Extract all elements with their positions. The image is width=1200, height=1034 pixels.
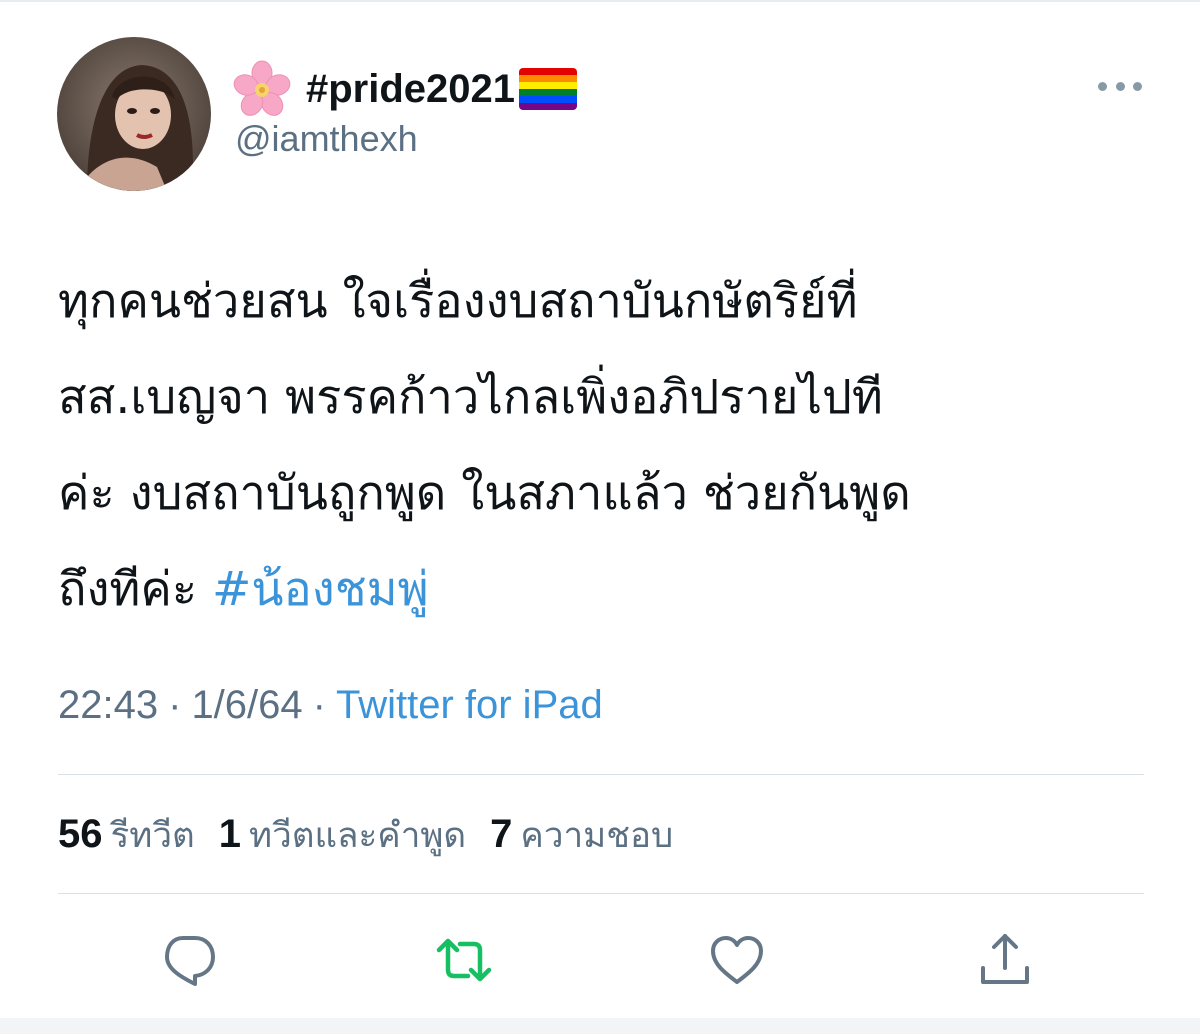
divider — [58, 774, 1144, 775]
tweet-line: ทุกคนช่วยสน ใจเรื่องงบสถาบันกษัตริย์ที่ — [58, 274, 858, 329]
tweet-date[interactable]: 1/6/64 — [191, 683, 302, 727]
retweets-stat[interactable]: 56 รีทวีต — [58, 808, 195, 863]
display-name: #pride2021 — [306, 66, 516, 111]
retweet-icon[interactable] — [434, 930, 494, 990]
tweet-line: สส.เบญจา พรรคก้าวไกลเพิ่งอภิปรายไปที — [58, 370, 883, 425]
tweet-time[interactable]: 22:43 — [58, 683, 158, 727]
avatar[interactable] — [57, 37, 211, 191]
quotes-label: ทวีตและคำพูด — [249, 816, 467, 856]
quotes-count: 1 — [218, 812, 242, 856]
meta-separator: · — [312, 683, 326, 727]
display-name-row[interactable]: #pride2021 — [232, 58, 578, 120]
hashtag-link[interactable]: #น้องชมพู่ — [212, 562, 429, 617]
likes-label: ความชอบ — [520, 816, 674, 856]
more-options-icon[interactable] — [1098, 74, 1142, 98]
likes-stat[interactable]: 7 ความชอบ — [490, 808, 673, 863]
tweet-line-text: ถึงทีค่ะ — [58, 562, 213, 617]
divider — [58, 893, 1144, 894]
top-border — [0, 0, 1200, 2]
tweet-source-link[interactable]: Twitter for iPad — [336, 683, 603, 727]
share-icon[interactable] — [975, 930, 1035, 990]
tweet-text: ทุกคนช่วยสน ใจเรื่องงบสถาบันกษัตริย์ที่ … — [58, 254, 1168, 638]
quotes-stat[interactable]: 1 ทวีตและคำพูด — [219, 808, 466, 863]
rainbow-flag-icon — [519, 68, 578, 110]
tweet-meta: 22:43 · 1/6/64 · Twitter for iPad — [58, 683, 603, 728]
tweet-stats: 56 รีทวีต 1 ทวีตและคำพูด 7 ความชอบ — [58, 808, 673, 863]
avatar-image — [57, 37, 211, 191]
reply-icon[interactable] — [159, 930, 219, 990]
cherry-blossom-icon — [232, 59, 292, 119]
bottom-strip — [0, 1018, 1200, 1034]
meta-separator: · — [168, 683, 182, 727]
tweet-line-last: ถึงทีค่ะ #น้องชมพู่ — [58, 542, 1168, 638]
retweets-count: 56 — [58, 812, 103, 856]
retweets-label: รีทวีต — [110, 816, 195, 856]
like-heart-icon[interactable] — [707, 930, 767, 990]
tweet-line: ค่ะ งบสถาบันถูกพูด ในสภาแล้ว ช่วยกันพูด — [58, 466, 911, 521]
likes-count: 7 — [490, 812, 513, 856]
user-handle[interactable]: @iamthexh — [235, 118, 418, 160]
